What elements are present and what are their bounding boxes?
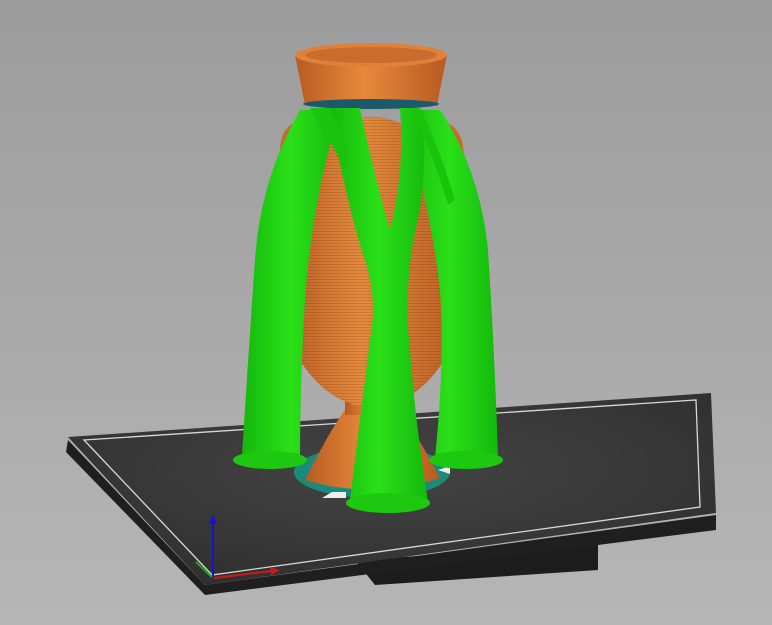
3d-preview-viewport[interactable] xyxy=(0,0,772,625)
scene xyxy=(0,0,772,625)
support-trees xyxy=(233,108,503,513)
